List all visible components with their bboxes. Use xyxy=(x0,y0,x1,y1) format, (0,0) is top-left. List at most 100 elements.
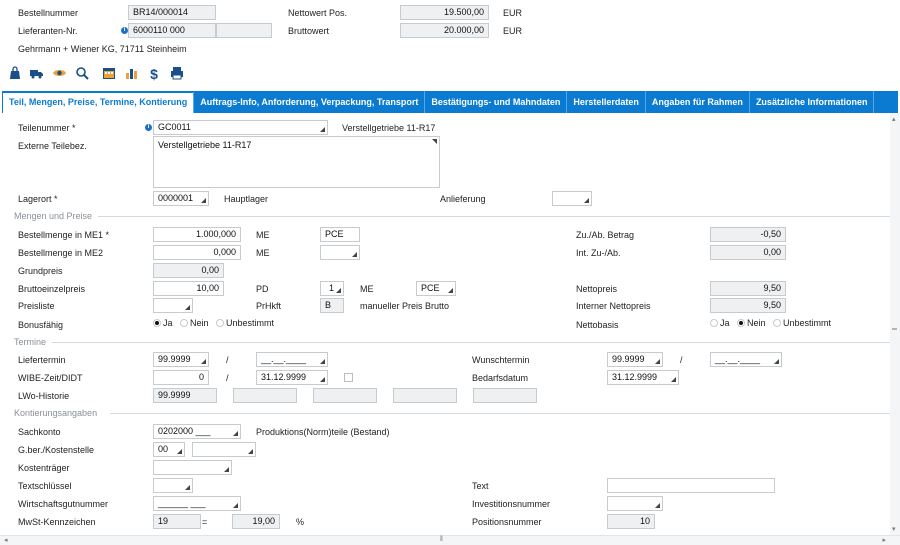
horizontal-scrollbar[interactable]: ◂ ‖ ▸ xyxy=(0,535,900,545)
intnetto-field: 9,50 xyxy=(710,298,786,313)
liefertermin-field[interactable]: 99.9999 xyxy=(153,352,209,367)
investitionsnummer-field[interactable] xyxy=(607,496,663,511)
bedarfsdatum-field[interactable]: 31.12.9999 xyxy=(607,370,679,385)
text-field[interactable] xyxy=(607,478,775,493)
wirtschaftsgut-field[interactable]: ______ ___ xyxy=(153,496,241,511)
me2-field[interactable]: 0,000 xyxy=(153,245,241,260)
wibe-field[interactable]: 0 xyxy=(153,370,209,385)
teilenummer-desc: Verstellgetriebe 11-R17 xyxy=(342,123,436,133)
netto-label: Nettopreis xyxy=(576,284,618,294)
anlieferung-field[interactable] xyxy=(552,191,592,206)
nettobasis-radio-unbestimmt[interactable]: Unbestimmt xyxy=(773,317,831,329)
wunschtermin-field[interactable]: 99.9999 xyxy=(607,352,663,367)
tab-herstellerdaten[interactable]: Herstellerdaten xyxy=(567,91,646,113)
eye-icon[interactable] xyxy=(51,66,67,82)
lagerort-label: Lagerort * xyxy=(18,194,58,204)
vertical-scrollbar[interactable]: ▴ ═ ▾ xyxy=(890,113,900,535)
lieferanten-extra-field[interactable] xyxy=(216,23,272,38)
tab-teil-mengen[interactable]: Teil, Mengen, Preise, Termine, Kontierun… xyxy=(2,91,195,113)
info-icon: i xyxy=(121,27,128,34)
preisliste-field[interactable] xyxy=(153,298,193,313)
wibe-date-field[interactable]: 31.12.9999 xyxy=(256,370,328,385)
teilenummer-field[interactable]: GC0011 xyxy=(153,120,328,135)
me-label: ME xyxy=(256,230,270,240)
tab-zusaetzliche-info[interactable]: Zusätzliche Informationen xyxy=(750,91,875,113)
scroll-up-icon[interactable]: ▴ xyxy=(892,115,896,123)
lwo-field-1: 99.9999 xyxy=(153,388,217,403)
anlieferung-label: Anlieferung xyxy=(440,194,486,204)
bruttowert-currency: EUR xyxy=(503,26,523,36)
lieferanten-field[interactable]: 6000110 000 xyxy=(128,23,216,38)
truck-icon[interactable] xyxy=(28,66,44,82)
bruttowert-field: 20.000,00 xyxy=(400,23,489,38)
me1-field[interactable]: 1.000,000 xyxy=(153,227,241,242)
intnetto-label: Interner Nettopreis xyxy=(576,301,651,311)
text-label: Text xyxy=(472,481,489,491)
prhkft-field: B xyxy=(320,298,344,313)
wunschtermin-date-field[interactable]: __.__.____ xyxy=(710,352,782,367)
kostenstelle-field[interactable] xyxy=(192,442,256,457)
mwst-rate-field: 19,00 xyxy=(232,514,280,529)
positionsnummer-label: Positionsnummer xyxy=(472,517,542,527)
scroll-down-icon[interactable]: ▾ xyxy=(892,525,896,533)
bestellnummer-field[interactable]: BR14/000014 xyxy=(128,5,216,20)
info-icon: i xyxy=(145,124,152,131)
me-label: ME xyxy=(256,248,270,258)
bonus-radio-unbestimmt[interactable]: Unbestimmt xyxy=(216,317,274,329)
prhkft-desc: manueller Preis Brutto xyxy=(360,301,450,311)
positionsnummer-field: 10 xyxy=(607,514,655,529)
intzuab-label: Int. Zu-/Ab. xyxy=(576,248,621,258)
dollar-icon[interactable]: $ xyxy=(146,66,162,82)
scroll-grip-icon[interactable]: ═ xyxy=(892,326,897,333)
brutto-field[interactable]: 10,00 xyxy=(153,281,224,296)
grundpreis-field: 0,00 xyxy=(153,263,224,278)
tab-rahmen[interactable]: Angaben für Rahmen xyxy=(646,91,750,113)
me3-unit-field[interactable]: PCE xyxy=(416,281,456,296)
textschluessel-field[interactable] xyxy=(153,478,193,493)
calendar-icon[interactable] xyxy=(101,66,117,82)
magnifier-icon[interactable] xyxy=(74,66,90,82)
nettobasis-radio-ja[interactable]: Ja xyxy=(710,317,730,329)
liefertermin-date-field[interactable]: __.__.____ xyxy=(256,352,328,367)
liefertermin-label: Liefertermin xyxy=(18,355,66,365)
lwo-field-5 xyxy=(473,388,537,403)
gber-field[interactable]: 00 xyxy=(153,442,185,457)
sachkonto-field[interactable]: 0202000 ___ xyxy=(153,424,241,439)
section-kontierung: Kontierungsangaben xyxy=(14,408,98,418)
lagerort-field[interactable]: 0000001 xyxy=(153,191,209,206)
pd-field[interactable]: 1 xyxy=(320,281,344,296)
externe-teilebez-textarea[interactable]: Verstellgetriebe 11-R17 xyxy=(153,136,440,188)
investitionsnummer-label: Investitionsnummer xyxy=(472,499,551,509)
tab-bestaetigung[interactable]: Bestätigungs- und Mahndaten xyxy=(425,91,568,113)
wibe-checkbox[interactable] xyxy=(344,373,353,382)
nettowert-currency: EUR xyxy=(503,8,523,18)
bonus-radio-nein[interactable]: Nein xyxy=(180,317,209,329)
chart-icon[interactable] xyxy=(124,66,140,82)
tab-auftrags-info[interactable]: Auftrags-Info, Anforderung, Verpackung, … xyxy=(194,91,426,113)
nettowert-label: Nettowert Pos. xyxy=(288,8,348,18)
me2-unit-field[interactable] xyxy=(320,245,360,260)
scroll-grip-icon[interactable]: ‖ xyxy=(440,536,443,543)
section-divider xyxy=(98,216,890,217)
me1-unit-field[interactable]: PCE xyxy=(320,227,360,242)
preisliste-label: Preisliste xyxy=(18,301,55,311)
lagerort-desc: Hauptlager xyxy=(224,194,269,204)
bag-icon[interactable] xyxy=(7,66,23,82)
sachkonto-desc: Produktions(Norm)teile (Bestand) xyxy=(256,427,390,437)
pd-label: PD xyxy=(256,284,269,294)
kostentraeger-field[interactable] xyxy=(153,460,232,475)
supplier-address: Gehrmann + Wiener KG, 71711 Steinheim xyxy=(18,44,187,54)
me2-label: Bestellmenge in ME2 xyxy=(18,248,104,258)
bonus-radio-ja[interactable]: Ja xyxy=(153,317,173,329)
slash-separator: / xyxy=(680,355,683,365)
prhkft-label: PrHkft xyxy=(256,301,282,311)
nettobasis-radio-nein[interactable]: Nein xyxy=(737,317,766,329)
mwst-label: MwSt-Kennzeichen xyxy=(18,517,96,527)
scroll-left-icon[interactable]: ◂ xyxy=(4,536,8,544)
zuab-label: Zu./Ab. Betrag xyxy=(576,230,635,240)
netto-field: 9,50 xyxy=(710,281,786,296)
scroll-right-icon[interactable]: ▸ xyxy=(882,536,886,544)
mwst-field: 19 xyxy=(153,514,201,529)
wunschtermin-label: Wunschtermin xyxy=(472,355,530,365)
printer-icon[interactable] xyxy=(169,66,185,82)
